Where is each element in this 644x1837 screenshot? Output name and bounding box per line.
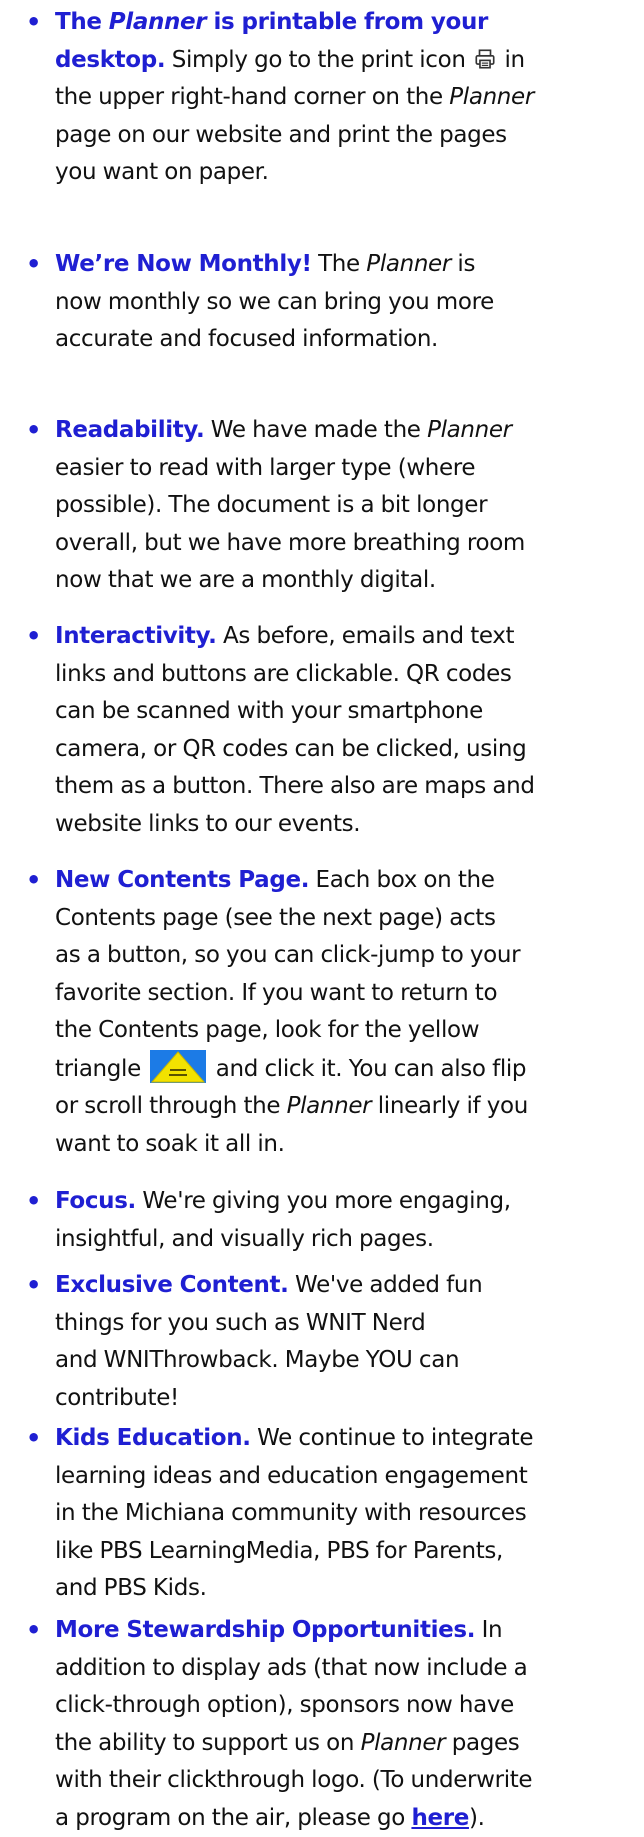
bullet: • [26,8,42,36]
item-text: Focus. We're giving you more engaging, i… [55,1188,511,1252]
item-text: Interactivity. As before, emails and tex… [55,623,535,837]
item-heading: Kids Education. [55,1425,251,1451]
item-text: Readability. We have made the Planner ea… [55,417,525,593]
item-heading: More Stewardship Opportunities. [55,1617,476,1643]
item-text: Exclusive Content. We've added fun thing… [55,1272,483,1411]
item-text: New Contents Page. Each box on the Conte… [55,867,528,1157]
item-heading: New Contents Page. [55,867,310,893]
underwrite-here-link[interactable]: here [411,1805,469,1831]
bullet: • [26,250,42,278]
bullet: • [26,416,42,444]
item-heading: Exclusive Content. [55,1272,289,1298]
bullet: • [26,622,42,650]
item-heading: The Planner is printable from your [55,9,489,35]
printer-icon [475,48,495,69]
item-text: More Stewardship Opportunities. In addit… [55,1617,533,1831]
bullet: • [26,866,42,894]
bullet: • [26,1271,42,1299]
item-text: We’re Now Monthly! The Planner is now mo… [55,251,494,352]
bullet: • [26,1424,42,1452]
item-text: Kids Education. We continue to integrate… [55,1425,534,1601]
bullet: • [26,1187,42,1215]
item-heading: We’re Now Monthly! [55,251,312,277]
item-text: The Planner is printable from your deskt… [55,9,534,185]
item-heading: Focus. [55,1188,136,1214]
item-heading: Interactivity. [55,623,217,649]
back-to-contents-triangle-icon[interactable] [150,1049,207,1083]
bullet: • [26,1616,42,1644]
item-heading: Readability. [55,417,205,443]
